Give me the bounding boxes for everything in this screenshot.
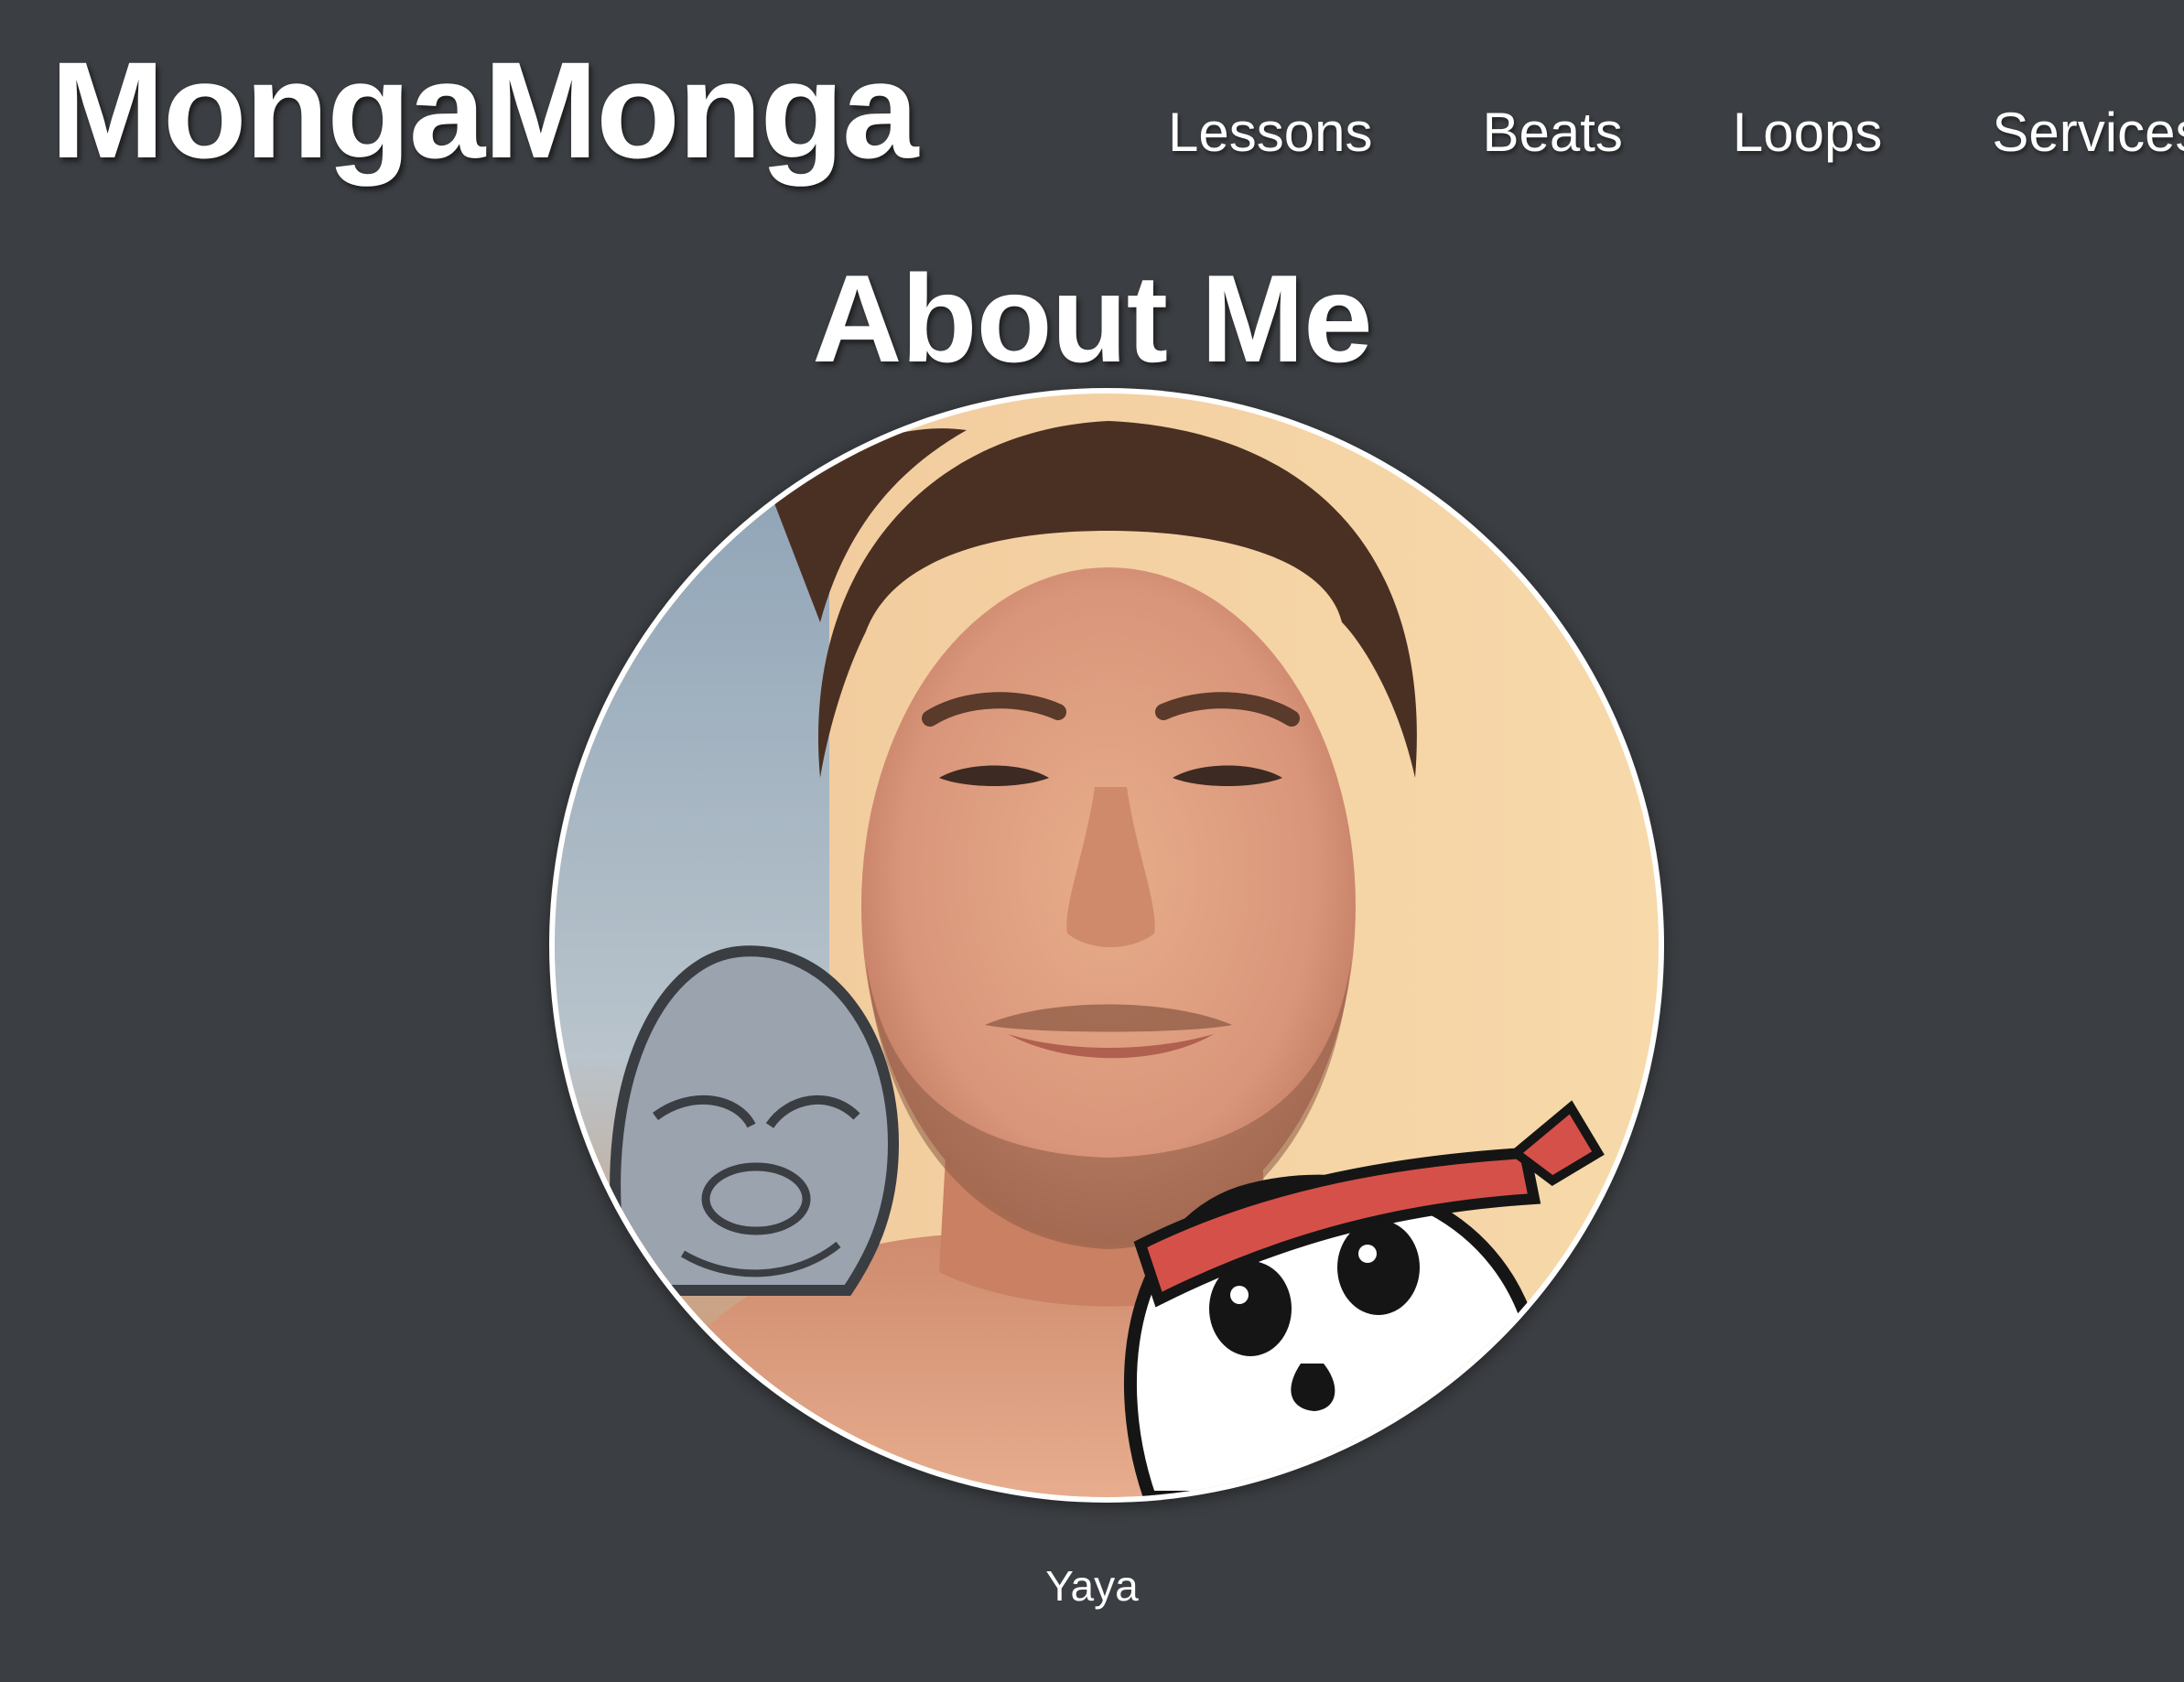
nav-link-beats[interactable]: Beats: [1482, 102, 1622, 163]
brand-logo-link[interactable]: MongaMonga: [50, 35, 919, 186]
main-nav: Lessons Beats Loops Services: [1168, 102, 2184, 163]
nav-link-services[interactable]: Services: [1992, 102, 2184, 163]
gorilla-mascot-icon: [610, 945, 900, 1296]
photo-caption: Yaya: [1045, 1562, 1139, 1610]
nav-link-loops[interactable]: Loops: [1733, 102, 1882, 163]
profile-photo-illustration: [555, 394, 1659, 1497]
profile-photo-frame: [549, 388, 1664, 1503]
profile-photo: [555, 394, 1659, 1497]
page: MongaMonga Lessons Beats Loops Services …: [0, 0, 2184, 1682]
nav-link-lessons[interactable]: Lessons: [1168, 102, 1372, 163]
page-title: About Me: [812, 249, 1372, 388]
